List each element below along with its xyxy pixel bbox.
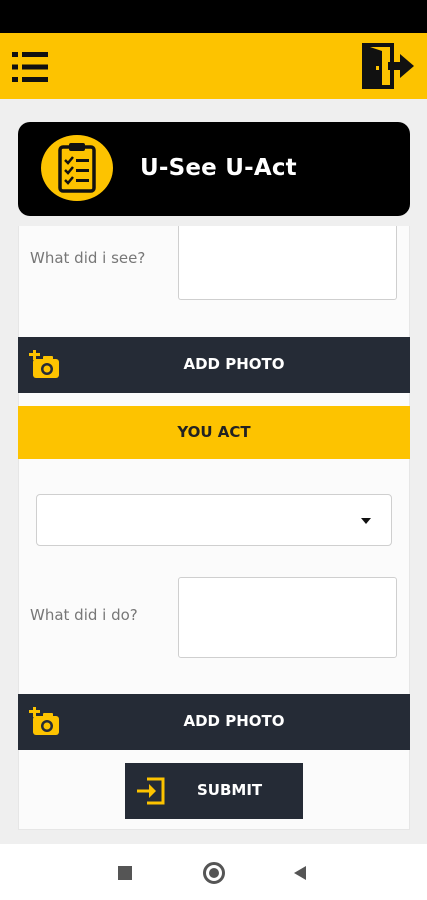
recents-icon[interactable] <box>118 866 132 880</box>
header-icon-badge <box>41 135 113 201</box>
page-title: U-See U-Act <box>140 155 297 181</box>
action-dropdown[interactable] <box>36 494 392 546</box>
you-act-section-header: YOU ACT <box>18 406 410 459</box>
you-act-heading: YOU ACT <box>177 423 251 441</box>
add-photo-button-act[interactable]: ADD PHOTO <box>18 694 410 750</box>
see-label: What did i see? <box>30 249 146 267</box>
clipboard-checklist-icon <box>58 143 96 193</box>
back-icon[interactable] <box>294 866 306 880</box>
header-card: U-See U-Act <box>18 122 410 216</box>
menu-list-icon <box>12 52 48 82</box>
add-photo-label: ADD PHOTO <box>183 355 285 373</box>
login-arrow-icon <box>137 777 165 805</box>
add-photo-button-see[interactable]: ADD PHOTO <box>18 337 410 393</box>
do-label: What did i do? <box>30 606 138 624</box>
app-bar <box>0 33 427 99</box>
see-input[interactable] <box>178 226 397 300</box>
status-bar <box>0 0 427 33</box>
submit-button[interactable]: SUBMIT <box>125 763 303 819</box>
submit-label: SUBMIT <box>197 781 263 799</box>
home-icon[interactable] <box>203 862 225 884</box>
dropdown-arrow-icon <box>361 518 371 524</box>
system-nav-bar <box>0 844 427 900</box>
menu-button[interactable] <box>12 50 50 84</box>
do-input[interactable] <box>178 577 397 658</box>
logout-button[interactable] <box>362 43 416 89</box>
logout-door-icon <box>362 43 414 89</box>
add-photo-label: ADD PHOTO <box>183 712 285 730</box>
